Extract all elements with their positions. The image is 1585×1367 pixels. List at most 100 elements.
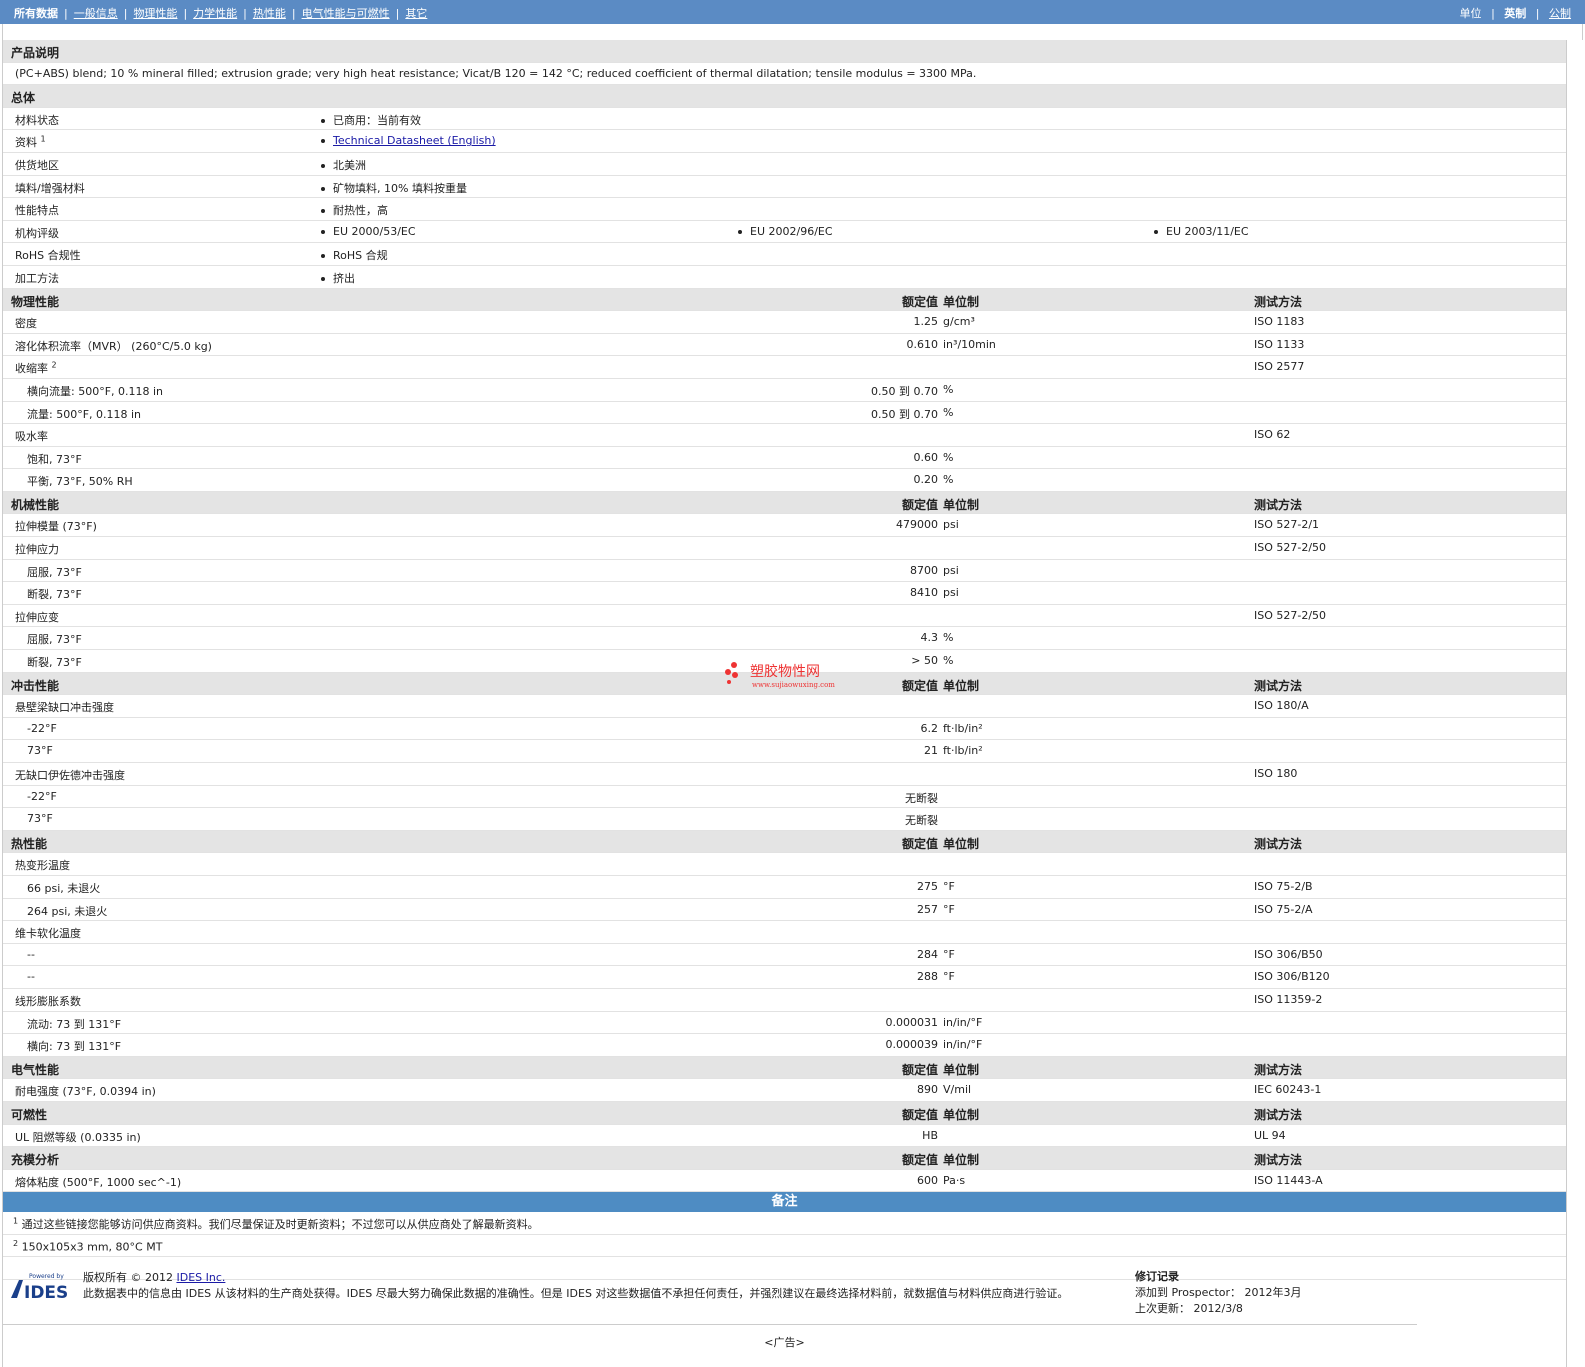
property-label-text: 屈服, 73°F	[27, 633, 82, 647]
general-label: 供货地区	[15, 157, 59, 173]
section-nav: 所有数据 | 一般信息 | 物理性能 | 力学性能 | 热性能 | 电气性能与可燃性 | 其它	[14, 5, 427, 21]
property-value: 21	[924, 744, 938, 758]
property-label: 拉伸应变	[15, 609, 59, 625]
property-value: 1.25	[913, 315, 939, 329]
nav-separator: |	[183, 7, 188, 20]
test-method: ISO 527-2/50	[1254, 541, 1327, 555]
property-label: 耐电强度 (73°F, 0.0394 in)	[15, 1083, 156, 1099]
unit-metric[interactable]: 公制	[1549, 7, 1571, 20]
property-label: -22°F	[27, 790, 57, 803]
bullet-icon	[321, 254, 325, 259]
property-unit: °F	[943, 902, 955, 916]
general-label: 性能特点	[15, 202, 59, 218]
property-label-text: 吸水率	[15, 430, 48, 444]
property-value: 600	[917, 1173, 938, 1187]
property-unit: °F	[943, 879, 955, 893]
property-row: 吸水率 ISO 62	[3, 424, 1566, 447]
general-label-text: RoHS 合规性	[15, 249, 81, 263]
spacer	[2, 24, 1583, 40]
property-label: 悬壁梁缺口冲击强度	[15, 699, 114, 715]
general-label-text: 供货地区	[15, 158, 59, 172]
property-value: 0.000031	[885, 1015, 939, 1029]
property-label-text: --	[27, 947, 35, 961]
general-value-text: RoHS 合规	[333, 249, 388, 263]
nav-item-5[interactable]: 电气性能与可燃性	[302, 7, 390, 20]
property-value: 0.50 到 0.70	[871, 407, 938, 421]
test-method: ISO 180/A	[1254, 699, 1309, 713]
property-label: 屈服, 73°F	[27, 631, 82, 647]
section-header-general: 总体	[3, 85, 1566, 108]
test-method: ISO 2577	[1254, 360, 1305, 374]
property-label: 拉伸应力	[15, 541, 59, 557]
property-row: 无缺口伊佐德冲击强度 ISO 180	[3, 763, 1566, 786]
bullet-icon	[321, 186, 325, 191]
property-value: 0.60	[913, 450, 939, 464]
property-label-text: 拉伸模量 (73°F)	[15, 520, 97, 534]
general-value: EU 2002/96/EC	[738, 225, 833, 238]
general-value-text: 矿物填料, 10% 填料按重量	[333, 181, 467, 195]
property-label-text: 横向流量: 500°F, 0.118 in	[27, 384, 164, 398]
ides-link[interactable]: IDES Inc.	[176, 1271, 225, 1284]
unit-header: 单位制	[943, 1107, 980, 1122]
property-unit: in/in/°F	[943, 1038, 983, 1052]
note-number: 2	[13, 1238, 19, 1248]
property-label-text: 悬壁梁缺口冲击强度	[15, 701, 114, 715]
property-label-text: 流量: 500°F, 0.118 in	[27, 407, 142, 421]
property-row: 66 psi, 未退火 275 °F ISO 75-2/B	[3, 876, 1566, 899]
section-header: 可燃性 额定值 单位制 测试方法	[3, 1101, 1566, 1125]
updated-value: 2012/3/8	[1193, 1302, 1243, 1315]
property-label-text: 流动: 73 到 131°F	[27, 1017, 122, 1031]
property-label-text: 264 psi, 未退火	[27, 904, 108, 918]
property-row: 拉伸应力 ISO 527-2/50	[3, 537, 1566, 560]
nav-separator: |	[123, 7, 128, 20]
method-header: 测试方法	[1254, 836, 1303, 851]
nav-item-1[interactable]: 一般信息	[74, 7, 118, 20]
nav-item-2[interactable]: 物理性能	[133, 7, 177, 20]
nav-item-4[interactable]: 热性能	[253, 7, 286, 20]
property-label: 流量: 500°F, 0.118 in	[27, 406, 141, 422]
property-label-text: 拉伸应力	[15, 543, 59, 557]
footnote-ref: 1	[40, 134, 46, 144]
general-value: 挤出	[321, 270, 355, 286]
top-nav-bar: 所有数据 | 一般信息 | 物理性能 | 力学性能 | 热性能 | 电气性能与可燃性 | 其它 单位 |…	[0, 0, 1585, 24]
unit-header: 单位制	[943, 497, 980, 512]
units-label: 单位	[1459, 7, 1482, 20]
nav-separator: |	[395, 7, 400, 20]
nav-separator: |	[64, 7, 68, 20]
property-label: --	[27, 970, 35, 983]
method-header: 测试方法	[1254, 1107, 1303, 1122]
test-method: ISO 306/B120	[1254, 970, 1330, 984]
footer: Powered by IDES 版权所有 © 2012 IDES Inc. 此数…	[2, 1262, 1567, 1367]
test-method: ISO 75-2/A	[1254, 902, 1313, 916]
property-row: 流量: 500°F, 0.118 in 0.50 到 0.70%	[3, 402, 1566, 425]
test-method: IEC 60243-1	[1254, 1083, 1322, 1097]
unit-header: 单位制	[943, 1153, 980, 1168]
property-label-text: 平衡, 73°F, 50% RH	[27, 475, 133, 489]
general-value-text: EU 2000/53/EC	[333, 224, 416, 238]
footnote-ref: 2	[51, 360, 57, 370]
property-row: -22°F 6.2 ft·lb/in²	[3, 718, 1566, 741]
property-value: 0.610	[906, 337, 939, 351]
datasheet-link[interactable]: Technical Datasheet (English)	[333, 134, 496, 147]
property-value: 275	[917, 879, 938, 893]
general-value-text: EU 2003/11/EC	[1166, 224, 1249, 238]
property-row: 溶化体积流率（MVR） (260°C/5.0 kg) 0.610 in³/10min…	[3, 334, 1566, 357]
property-unit: psi	[943, 518, 959, 532]
nav-item-0[interactable]: 所有数据	[14, 7, 58, 20]
property-label-text: 断裂, 73°F	[27, 588, 82, 602]
nav-item-3[interactable]: 力学性能	[193, 7, 237, 20]
property-label: 线形膨胀系数	[15, 993, 81, 1009]
test-method: ISO 11359-2	[1254, 992, 1323, 1006]
property-row: 拉伸应变 ISO 527-2/50	[3, 605, 1566, 628]
property-label: 吸水率	[15, 428, 48, 444]
unit-imperial[interactable]: 英制	[1504, 7, 1526, 20]
nav-item-6[interactable]: 其它	[405, 7, 427, 20]
test-method: ISO 62	[1254, 428, 1291, 442]
property-unit: %	[943, 631, 954, 645]
property-row: -22°F 无断裂	[3, 786, 1566, 809]
note-row: 1 通过这些链接您能够访问供应商资料。我们尽量保证及时更新资料；不过您可以从供应…	[3, 1212, 1566, 1235]
property-row: 饱和, 73°F 0.60%	[3, 447, 1566, 470]
property-label-text: 熔体粘度 (500°F, 1000 sec^-1)	[15, 1175, 182, 1189]
property-unit: in³/10min	[943, 337, 996, 351]
property-value: 8410	[910, 586, 938, 600]
